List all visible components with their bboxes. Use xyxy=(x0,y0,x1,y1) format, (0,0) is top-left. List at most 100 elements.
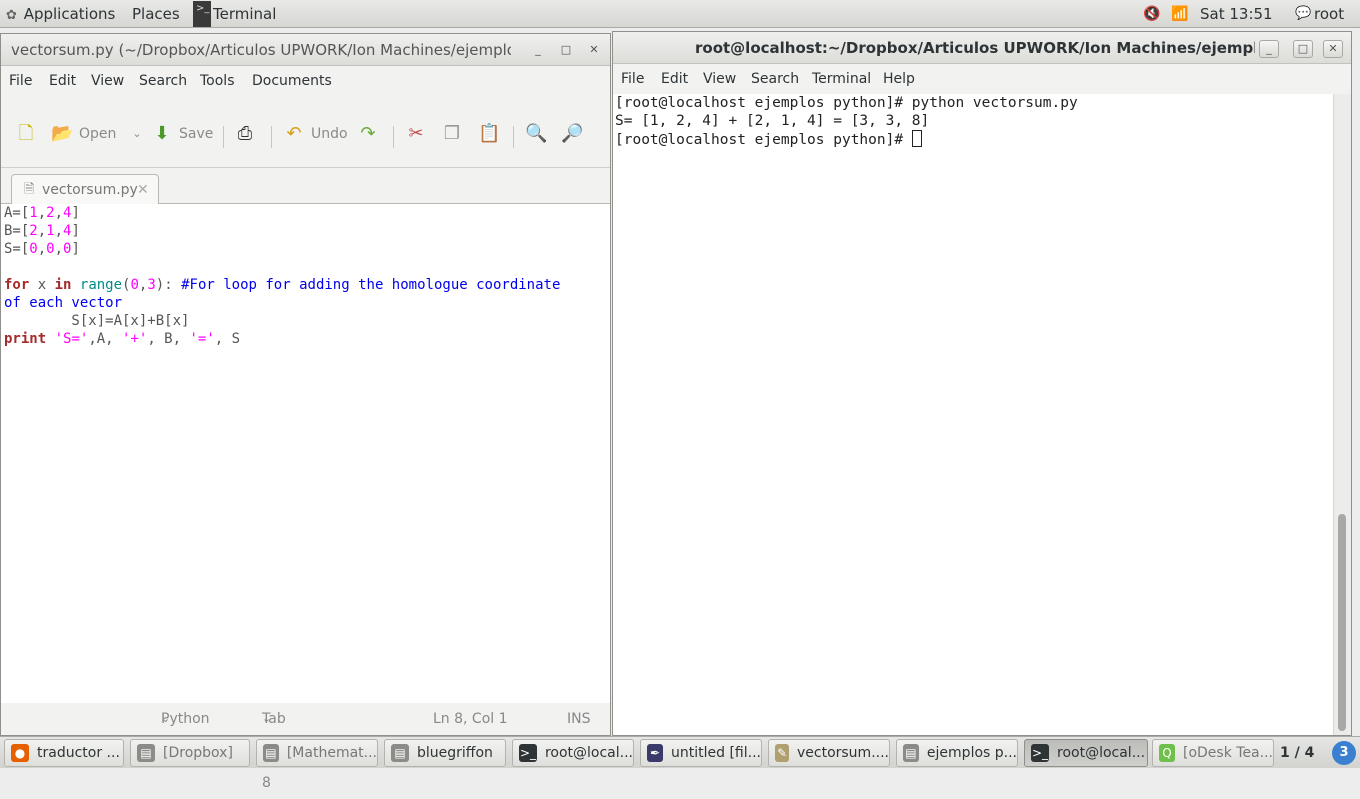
paste-button[interactable]: 📋 xyxy=(478,119,500,149)
taskbar-item[interactable]: ✎ vectorsum.... xyxy=(768,739,890,767)
code-line: of each vector xyxy=(4,295,123,311)
toolbar-separator xyxy=(393,126,394,148)
taskbar-item[interactable]: ● traductor ... xyxy=(4,739,124,767)
menu-tools[interactable]: Tools xyxy=(200,66,235,96)
minimize-button[interactable]: _ xyxy=(528,42,548,60)
code-line: S[x]=A[x]+B[x] xyxy=(4,313,190,329)
chat-icon: 💬 xyxy=(1295,6,1312,21)
save-button[interactable]: ⬇ Save xyxy=(151,119,213,149)
bottom-taskbar: ● traductor ... ▤ [Dropbox] ▤ [Mathemat... ▤ bl… xyxy=(0,736,1360,768)
cursor-position: Ln 8, Col 1 xyxy=(433,711,508,727)
code-line: for x in range(0,3): #For loop for addin… xyxy=(4,277,561,293)
taskbar-item[interactable]: ▤ [Mathemat... xyxy=(256,739,378,767)
taskbar-item[interactable]: >_ root@local... xyxy=(512,739,634,767)
text-editor-icon: ✎ xyxy=(775,744,789,762)
copy-button[interactable]: ❐ xyxy=(441,119,463,149)
taskbar-item-label: ejemplos p... xyxy=(926,745,1017,761)
chevron-down-icon: ⌄ xyxy=(262,712,272,725)
taskbar-item-label: [Mathemat... xyxy=(286,745,377,761)
find-button[interactable]: 🔍 xyxy=(525,119,547,149)
taskbar-item[interactable]: Q [oDesk Tea... xyxy=(1152,739,1274,767)
maximize-button[interactable]: □ xyxy=(1293,40,1313,58)
terminal-app-icon: >_ xyxy=(193,1,211,27)
gedit-toolbar: 🗋 📂 Open ⌄ ⬇ Save ⎙ ↶ Undo ↷ ✂ ❐ 📋 🔍 🔎 xyxy=(1,96,610,168)
gedit-titlebar[interactable]: vectorsum.py (~/Dropbox/Articulos UPWORK… xyxy=(1,34,610,66)
odesk-icon: Q xyxy=(1159,744,1175,762)
taskbar-item-label: vectorsum.... xyxy=(796,745,889,761)
menu-terminal[interactable]: Terminal xyxy=(812,64,871,94)
terminal-icon: >_ xyxy=(519,744,537,762)
menu-search[interactable]: Search xyxy=(751,64,799,94)
folder-icon: ▤ xyxy=(903,744,919,762)
menu-edit[interactable]: Edit xyxy=(661,64,688,94)
notification-badge[interactable]: 3 xyxy=(1332,741,1356,765)
terminal-window-title: root@localhost:~/Dropbox/Articulos UPWOR… xyxy=(695,39,1255,57)
taskbar-item-label: untitled [fil... xyxy=(671,745,761,761)
chevron-down-icon: ⌄ xyxy=(161,712,171,725)
workspace-indicator[interactable]: 1 / 4 xyxy=(1280,737,1314,769)
find-replace-icon: 🔎 xyxy=(561,123,584,144)
toolbar-separator xyxy=(513,126,514,148)
terminal-prompt-line: [root@localhost ejemplos python]# xyxy=(615,130,1331,149)
menu-file[interactable]: File xyxy=(621,64,644,94)
folder-icon: ▤ xyxy=(137,744,155,762)
menu-documents[interactable]: Documents xyxy=(252,66,332,96)
menu-view[interactable]: View xyxy=(91,66,124,96)
taskbar-item[interactable]: ▤ bluegriffon xyxy=(384,739,506,767)
new-document-button[interactable]: 🗋 xyxy=(15,119,37,149)
top-panel: ✿ Applications Places >_ Terminal 🔇 📶 Sa… xyxy=(0,0,1360,28)
menu-help[interactable]: Help xyxy=(883,64,915,94)
toolbar-separator xyxy=(223,126,224,148)
undo-button[interactable]: ↶ Undo xyxy=(283,119,347,149)
folder-icon: ▤ xyxy=(263,744,279,762)
find-replace-button[interactable]: 🔎 xyxy=(561,119,583,149)
terminal-scrollbar[interactable] xyxy=(1333,94,1351,735)
wifi-icon[interactable]: 📶 xyxy=(1171,0,1188,28)
taskbar-item-label: [Dropbox] xyxy=(163,745,233,761)
document-icon: 🗎 xyxy=(24,182,35,197)
minimize-button[interactable]: _ xyxy=(1259,40,1279,58)
close-tab-icon[interactable]: ✕ xyxy=(137,175,149,205)
terminal-line: [root@localhost ejemplos python]# python… xyxy=(615,95,1078,111)
scrollbar-thumb[interactable] xyxy=(1338,514,1346,731)
cut-button[interactable]: ✂ xyxy=(405,119,427,149)
tab-vectorsum[interactable]: 🗎 vectorsum.py ✕ xyxy=(11,174,159,205)
folder-icon: ▤ xyxy=(391,744,409,762)
maximize-button[interactable]: □ xyxy=(556,42,576,60)
document-tabs: 🗎 vectorsum.py ✕ xyxy=(1,168,610,205)
code-editor[interactable]: A=[1,2,4] B=[2,1,4] S=[0,0,0] for x in ran… xyxy=(1,204,610,703)
menu-edit[interactable]: Edit xyxy=(49,66,76,96)
terminal-icon: >_ xyxy=(1031,744,1049,762)
menu-view[interactable]: View xyxy=(703,64,736,94)
places-menu[interactable]: Places xyxy=(132,0,180,28)
close-button[interactable]: ✕ xyxy=(1323,40,1343,58)
terminal-line: S= [1, 2, 4] + [2, 1, 4] = [3, 3, 8] xyxy=(615,113,930,129)
volume-muted-icon[interactable]: 🔇 xyxy=(1143,0,1160,28)
user-menu[interactable]: root xyxy=(1314,0,1344,28)
gnome-foot-icon: ✿ xyxy=(6,8,17,23)
clock[interactable]: Sat 13:51 xyxy=(1200,0,1273,28)
menu-file[interactable]: File xyxy=(9,66,32,96)
chevron-down-icon: ⌄ xyxy=(132,127,142,140)
code-line: S=[0,0,0] xyxy=(4,241,80,257)
taskbar-item[interactable]: ▤ [Dropbox] xyxy=(130,739,250,767)
toolbar-separator xyxy=(271,126,272,148)
code-line: A=[1,2,4] xyxy=(4,205,80,221)
applications-menu[interactable]: ✿ Applications xyxy=(6,0,115,28)
print-button[interactable]: ⎙ xyxy=(234,119,256,149)
open-button[interactable]: 📂 Open ⌄ xyxy=(51,119,142,149)
taskbar-item[interactable]: ▤ ejemplos p... xyxy=(896,739,1018,767)
terminal-titlebar[interactable]: root@localhost:~/Dropbox/Articulos UPWOR… xyxy=(613,32,1351,64)
terminal-menubar: File Edit View Search Terminal Help xyxy=(613,64,1351,94)
menu-search[interactable]: Search xyxy=(139,66,187,96)
clipboard-icon: 📋 xyxy=(478,123,501,144)
active-app-label[interactable]: Terminal xyxy=(213,0,276,28)
taskbar-item[interactable]: ✒ untitled [fil... xyxy=(640,739,762,767)
inkscape-icon: ✒ xyxy=(647,744,664,762)
gedit-window-title: vectorsum.py (~/Dropbox/Articulos UPWORK… xyxy=(11,41,511,59)
close-button[interactable]: ✕ xyxy=(584,42,604,60)
redo-button[interactable]: ↷ xyxy=(357,119,379,149)
terminal-output[interactable]: [root@localhost ejemplos python]# python… xyxy=(613,94,1333,735)
taskbar-item[interactable]: >_ root@local... xyxy=(1024,739,1148,767)
